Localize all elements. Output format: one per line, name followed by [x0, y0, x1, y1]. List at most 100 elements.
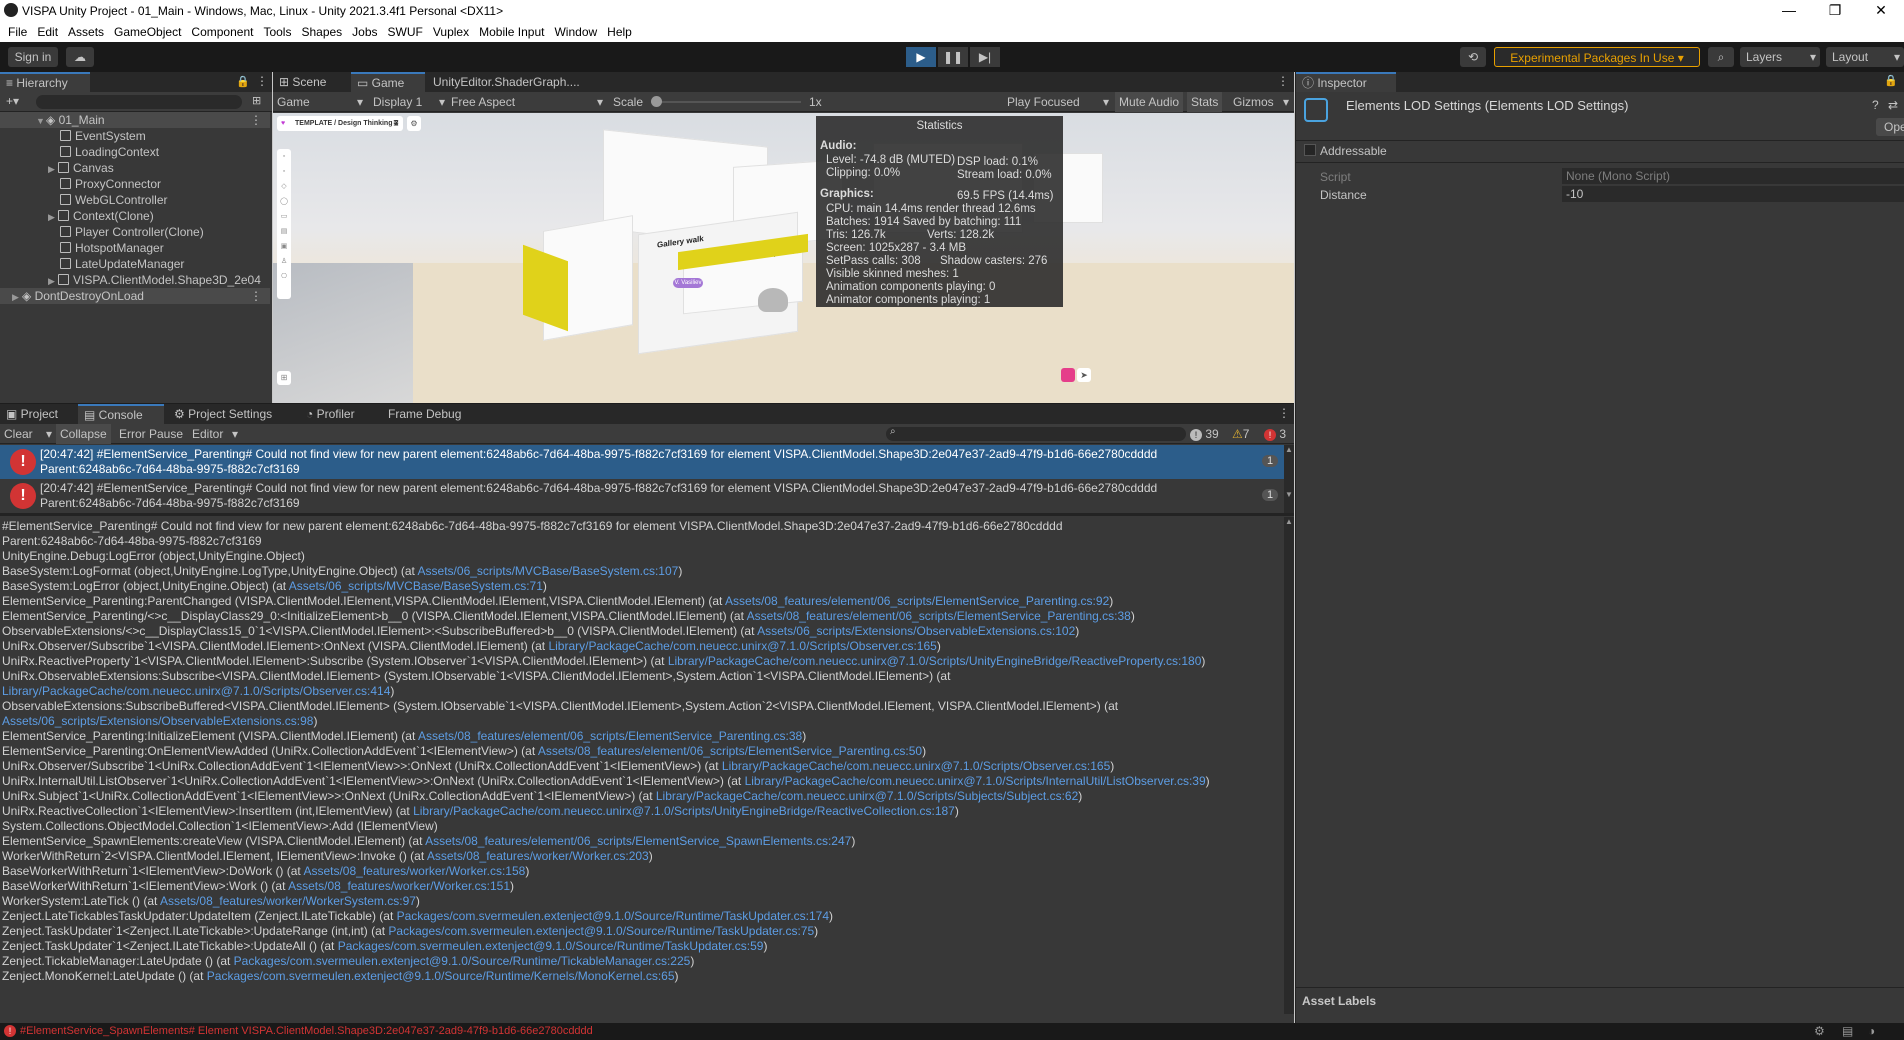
tab-console[interactable]: ▤ Console — [78, 404, 164, 424]
tab-frame-debug[interactable]: Frame Debug — [382, 404, 467, 424]
editor-dropdown[interactable]: Editor ▾ — [192, 427, 238, 441]
menu-file[interactable]: File — [3, 22, 32, 42]
splitter[interactable] — [0, 513, 1294, 516]
stats-toggle[interactable]: Stats — [1187, 92, 1223, 112]
hierarchy-item-dontdestroyonload[interactable]: ▶ ◈ DontDestroyOnLoad ⋮ — [0, 288, 270, 304]
error-pause-toggle[interactable]: Error Pause — [119, 427, 183, 441]
menu-shapes[interactable]: Shapes — [296, 22, 347, 42]
experimental-packages-dropdown[interactable]: Experimental Packages In Use ▾ — [1494, 47, 1700, 67]
maximize-button[interactable]: ❐ — [1812, 0, 1858, 22]
hierarchy-item-proxyconnector[interactable]: ProxyConnector — [0, 176, 270, 192]
scale-slider-handle[interactable] — [651, 96, 662, 107]
kebab-menu-icon[interactable]: ⋮ — [1278, 406, 1290, 420]
tool-icons[interactable]: ▫ ▫ ◇ ◯ ▭ ▤ ▣ ♙ ⎔ — [277, 149, 291, 284]
kebab-menu-icon[interactable]: ⋮ — [250, 288, 262, 304]
console-entry[interactable]: ! [20:47:42] #ElementService_Parenting# … — [0, 479, 1284, 513]
stack-trace-link[interactable]: Packages/com.svermeulen.extenject@9.1.0/… — [388, 924, 814, 938]
lock-icon[interactable]: 🔒 — [236, 75, 250, 88]
game-view-dropdown[interactable]: Game ▾ — [277, 95, 367, 109]
hierarchy-item-context[interactable]: ▶ Context(Clone) — [0, 208, 270, 224]
tab-project[interactable]: ▣ Project — [0, 404, 76, 424]
stack-trace-link[interactable]: Assets/06_scripts/Extensions/ObservableE… — [757, 624, 1075, 638]
hierarchy-item-lateupdatemanager[interactable]: LateUpdateManager — [0, 256, 270, 272]
search-icon[interactable]: ⌕ — [1708, 47, 1734, 67]
history-icon[interactable]: ⟲ — [1460, 47, 1486, 67]
stack-trace-link[interactable]: Packages/com.svermeulen.extenject@9.1.0/… — [397, 909, 829, 923]
hierarchy-item-loadingcontext[interactable]: LoadingContext — [0, 144, 270, 160]
menu-vuplex[interactable]: Vuplex — [428, 22, 474, 42]
scale-slider[interactable] — [651, 101, 801, 103]
sign-in-button[interactable]: Sign in — [8, 47, 58, 67]
hierarchy-item-player-controller[interactable]: Player Controller(Clone) — [0, 224, 270, 240]
template-breadcrumb[interactable]: ♥ TEMPLATE / Design Thinking 2 ≣ — [277, 116, 403, 131]
clear-dropdown[interactable]: Clear ▾ — [4, 427, 52, 441]
step-button[interactable]: ▶| — [970, 47, 1000, 67]
lock-icon[interactable]: 🔒 — [1884, 74, 1898, 87]
stack-trace-link[interactable]: Packages/com.svermeulen.extenject@9.1.0/… — [207, 969, 675, 983]
pause-button[interactable]: ❚❚ — [938, 47, 968, 67]
layers-dropdown[interactable]: Layers ▾ — [1740, 47, 1820, 67]
stack-trace-link[interactable]: Assets/08_features/worker/Worker.cs:158 — [303, 864, 525, 878]
hierarchy-item-canvas[interactable]: ▶ Canvas — [0, 160, 270, 176]
stack-trace-link[interactable]: Assets/06_scripts/MVCBase/BaseSystem.cs:… — [289, 579, 543, 593]
warning-filter-toggle[interactable]: ⚠7 — [1232, 427, 1249, 441]
tab-hierarchy[interactable]: ≡ Hierarchy — [0, 72, 90, 92]
stack-trace-link[interactable]: Library/PackageCache/com.neuecc.unirx@7.… — [2, 684, 390, 698]
hierarchy-item-hotspotmanager[interactable]: HotspotManager — [0, 240, 270, 256]
minimize-button[interactable]: — — [1766, 0, 1812, 22]
search-settings-icon[interactable]: ⊞ — [252, 94, 261, 107]
stack-trace-link[interactable]: Library/PackageCache/com.neuecc.unirx@7.… — [656, 789, 1078, 803]
settings-icon[interactable]: ⚙ — [407, 116, 421, 131]
hierarchy-scene-row[interactable]: ▼◈ 01_Main ⋮ — [0, 112, 270, 128]
menu-gameobject[interactable]: GameObject — [109, 22, 186, 42]
kebab-menu-icon[interactable]: ⋮ — [1277, 74, 1289, 88]
menu-edit[interactable]: Edit — [32, 22, 63, 42]
menu-jobs[interactable]: Jobs — [347, 22, 382, 42]
tab-game[interactable]: ▭ Game — [351, 72, 425, 92]
tab-project-settings[interactable]: ⚙ Project Settings — [168, 404, 278, 424]
add-icon[interactable]: +▾ — [6, 94, 19, 108]
mute-audio-toggle[interactable]: Mute Audio — [1115, 92, 1184, 112]
color-swatch-icon[interactable] — [1061, 368, 1075, 382]
menu-swuf[interactable]: SWUF — [383, 22, 428, 42]
stack-trace-link[interactable]: Packages/com.svermeulen.extenject@9.1.0/… — [338, 939, 764, 953]
detail-scrollbar[interactable]: ▲ — [1284, 517, 1294, 1014]
debug-icon[interactable]: ⚙ — [1814, 1024, 1825, 1038]
stack-trace-link[interactable]: Assets/08_features/element/06_scripts/El… — [425, 834, 851, 848]
menu-component[interactable]: Component — [186, 22, 258, 42]
close-button[interactable]: ✕ — [1858, 0, 1904, 22]
addressable-checkbox[interactable] — [1304, 144, 1316, 156]
status-message[interactable]: #ElementService_SpawnElements# Element V… — [20, 1025, 593, 1037]
tab-profiler[interactable]: ◔ Profiler — [300, 404, 361, 424]
tab-shadergraph[interactable]: UnityEditor.ShaderGraph.... — [427, 72, 586, 92]
stack-trace-link[interactable]: Packages/com.svermeulen.extenject@9.1.0/… — [234, 954, 691, 968]
display-dropdown[interactable]: Display 1 ▾ — [373, 95, 447, 109]
open-button[interactable]: Open — [1876, 118, 1904, 136]
game-viewport[interactable]: Gallery walk Sharing Knowledge: We do th… — [273, 113, 1294, 403]
stack-trace-link[interactable]: Assets/06_scripts/MVCBase/BaseSystem.cs:… — [418, 564, 679, 578]
stack-trace-link[interactable]: Assets/08_features/worker/Worker.cs:203 — [427, 849, 649, 863]
console-entry[interactable]: ! [20:47:42] #ElementService_Parenting# … — [0, 445, 1284, 479]
aspect-dropdown[interactable]: Free Aspect ▾ — [451, 95, 605, 109]
stack-trace-link[interactable]: Assets/08_features/element/06_scripts/El… — [538, 744, 922, 758]
menu-tools[interactable]: Tools — [258, 22, 296, 42]
play-button[interactable]: ▶ — [906, 47, 936, 67]
stack-trace-link[interactable]: Assets/08_features/worker/WorkerSystem.c… — [160, 894, 416, 908]
settings-icon[interactable]: ⇄ — [1888, 98, 1898, 112]
help-icon[interactable]: ? — [1872, 98, 1879, 112]
hierarchy-item-eventsystem[interactable]: EventSystem — [0, 128, 270, 144]
hierarchy-search-input[interactable] — [36, 95, 242, 109]
kebab-menu-icon[interactable]: ⋮ — [250, 112, 262, 128]
progress-icon[interactable]: ◑ — [1868, 1024, 1875, 1038]
layout-dropdown[interactable]: Layout ▾ — [1826, 47, 1904, 67]
distance-field[interactable]: -10 — [1562, 186, 1904, 202]
kebab-menu-icon[interactable]: ⋮ — [256, 74, 268, 88]
grid-icon[interactable]: ⊞ — [277, 371, 291, 385]
collapse-toggle[interactable]: Collapse — [56, 424, 111, 444]
error-filter-toggle[interactable]: ! 3 — [1264, 427, 1286, 441]
stack-trace-link[interactable]: Library/PackageCache/com.neuecc.unirx@7.… — [722, 759, 1110, 773]
gizmos-dropdown[interactable]: Gizmos ▾ — [1229, 92, 1291, 112]
menu-window[interactable]: Window — [549, 22, 602, 42]
cloud-icon[interactable]: ☁ — [66, 47, 94, 67]
log-filter-toggle[interactable]: ! 39 — [1190, 427, 1219, 441]
